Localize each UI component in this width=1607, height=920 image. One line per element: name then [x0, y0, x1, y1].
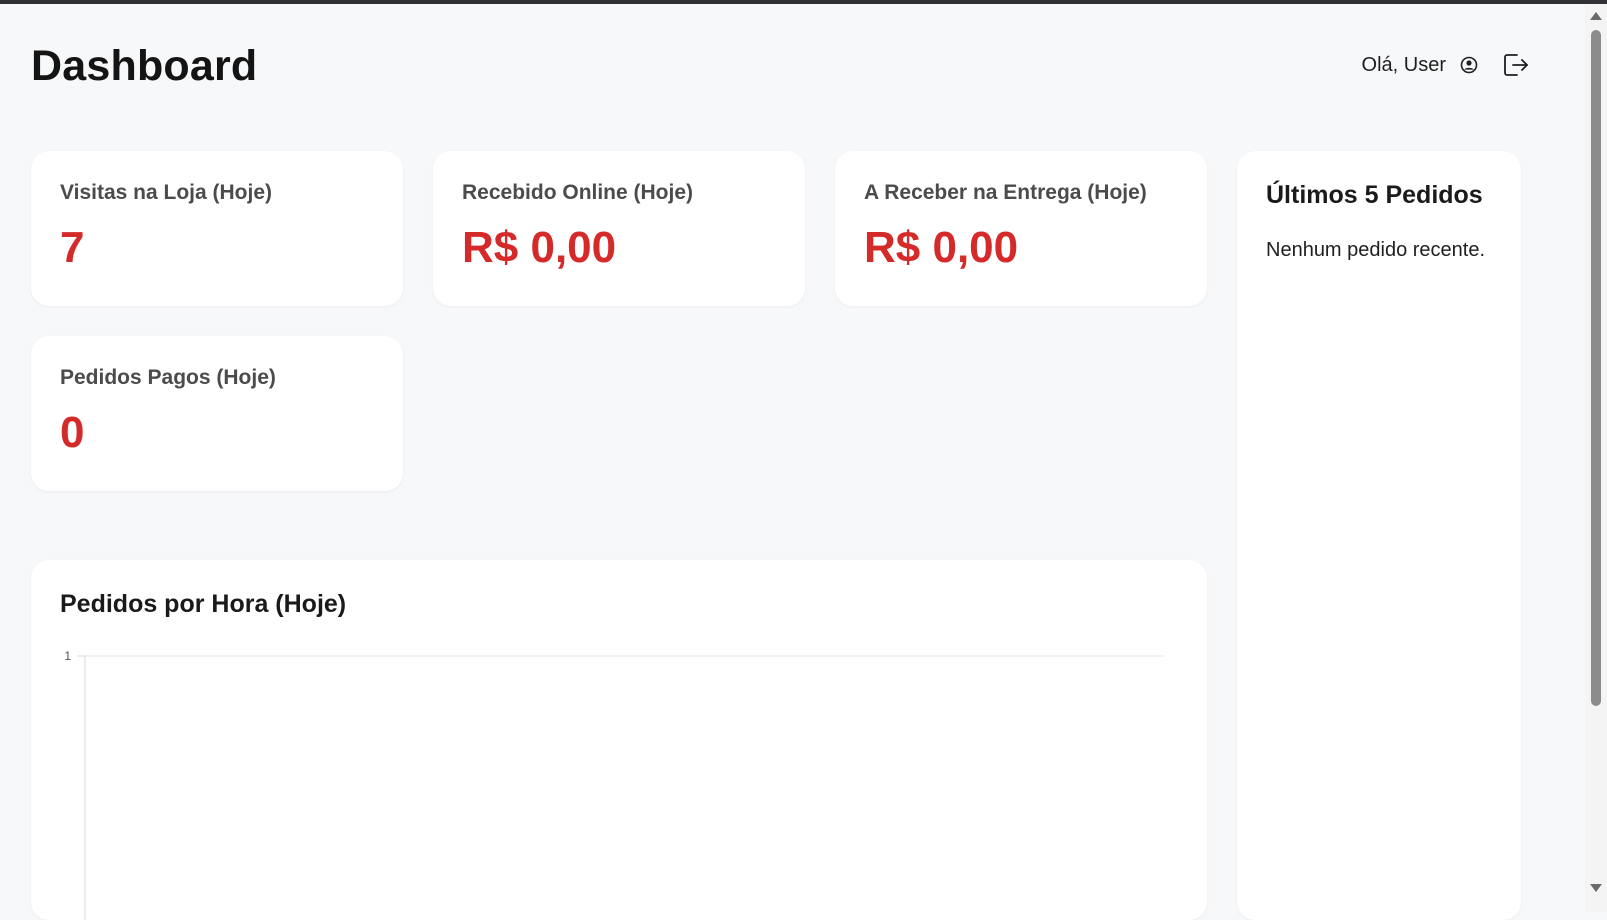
logout-icon[interactable]	[1502, 52, 1530, 78]
scroll-thumb[interactable]	[1591, 30, 1601, 706]
recent-orders-panel: Últimos 5 Pedidos Nenhum pedido recente.	[1237, 151, 1521, 920]
dashboard-page: Dashboard Olá, User Visitas na Loja (Hoj…	[0, 4, 1585, 920]
stat-card-receive-on-delivery: A Receber na Entrega (Hoje) R$ 0,00	[835, 151, 1207, 306]
user-circle-icon[interactable]	[1460, 56, 1478, 74]
scroll-down-arrow-icon[interactable]	[1590, 884, 1602, 892]
recent-orders-title: Últimos 5 Pedidos	[1266, 181, 1483, 209]
recent-orders-empty-message: Nenhum pedido recente.	[1266, 239, 1486, 261]
stat-value: 7	[60, 223, 85, 272]
stat-label: A Receber na Entrega (Hoje)	[864, 181, 1147, 204]
chart-title: Pedidos por Hora (Hoje)	[60, 590, 347, 618]
stat-card-paid-orders: Pedidos Pagos (Hoje) 0	[31, 336, 403, 491]
greeting-text: Olá, User	[1361, 53, 1446, 76]
y-tick-label: 1	[64, 649, 71, 663]
stat-label: Visitas na Loja (Hoje)	[60, 181, 272, 204]
stat-label: Recebido Online (Hoje)	[462, 181, 694, 204]
user-menu: Olá, User	[1362, 52, 1530, 78]
vertical-scrollbar[interactable]	[1585, 4, 1607, 912]
orders-per-hour-chart: 1	[64, 649, 1163, 920]
stat-value: R$ 0,00	[462, 223, 617, 272]
scroll-up-arrow-icon[interactable]	[1590, 12, 1602, 20]
stat-card-received-online: Recebido Online (Hoje) R$ 0,00	[433, 151, 805, 306]
stat-value: R$ 0,00	[864, 223, 1019, 272]
page-title: Dashboard	[31, 42, 258, 90]
stat-label: Pedidos Pagos (Hoje)	[60, 366, 276, 389]
orders-per-hour-chart-card: Pedidos por Hora (Hoje) 1	[31, 560, 1207, 920]
stat-value: 0	[60, 408, 85, 457]
stat-card-store-visits: Visitas na Loja (Hoje) 7	[31, 151, 403, 306]
